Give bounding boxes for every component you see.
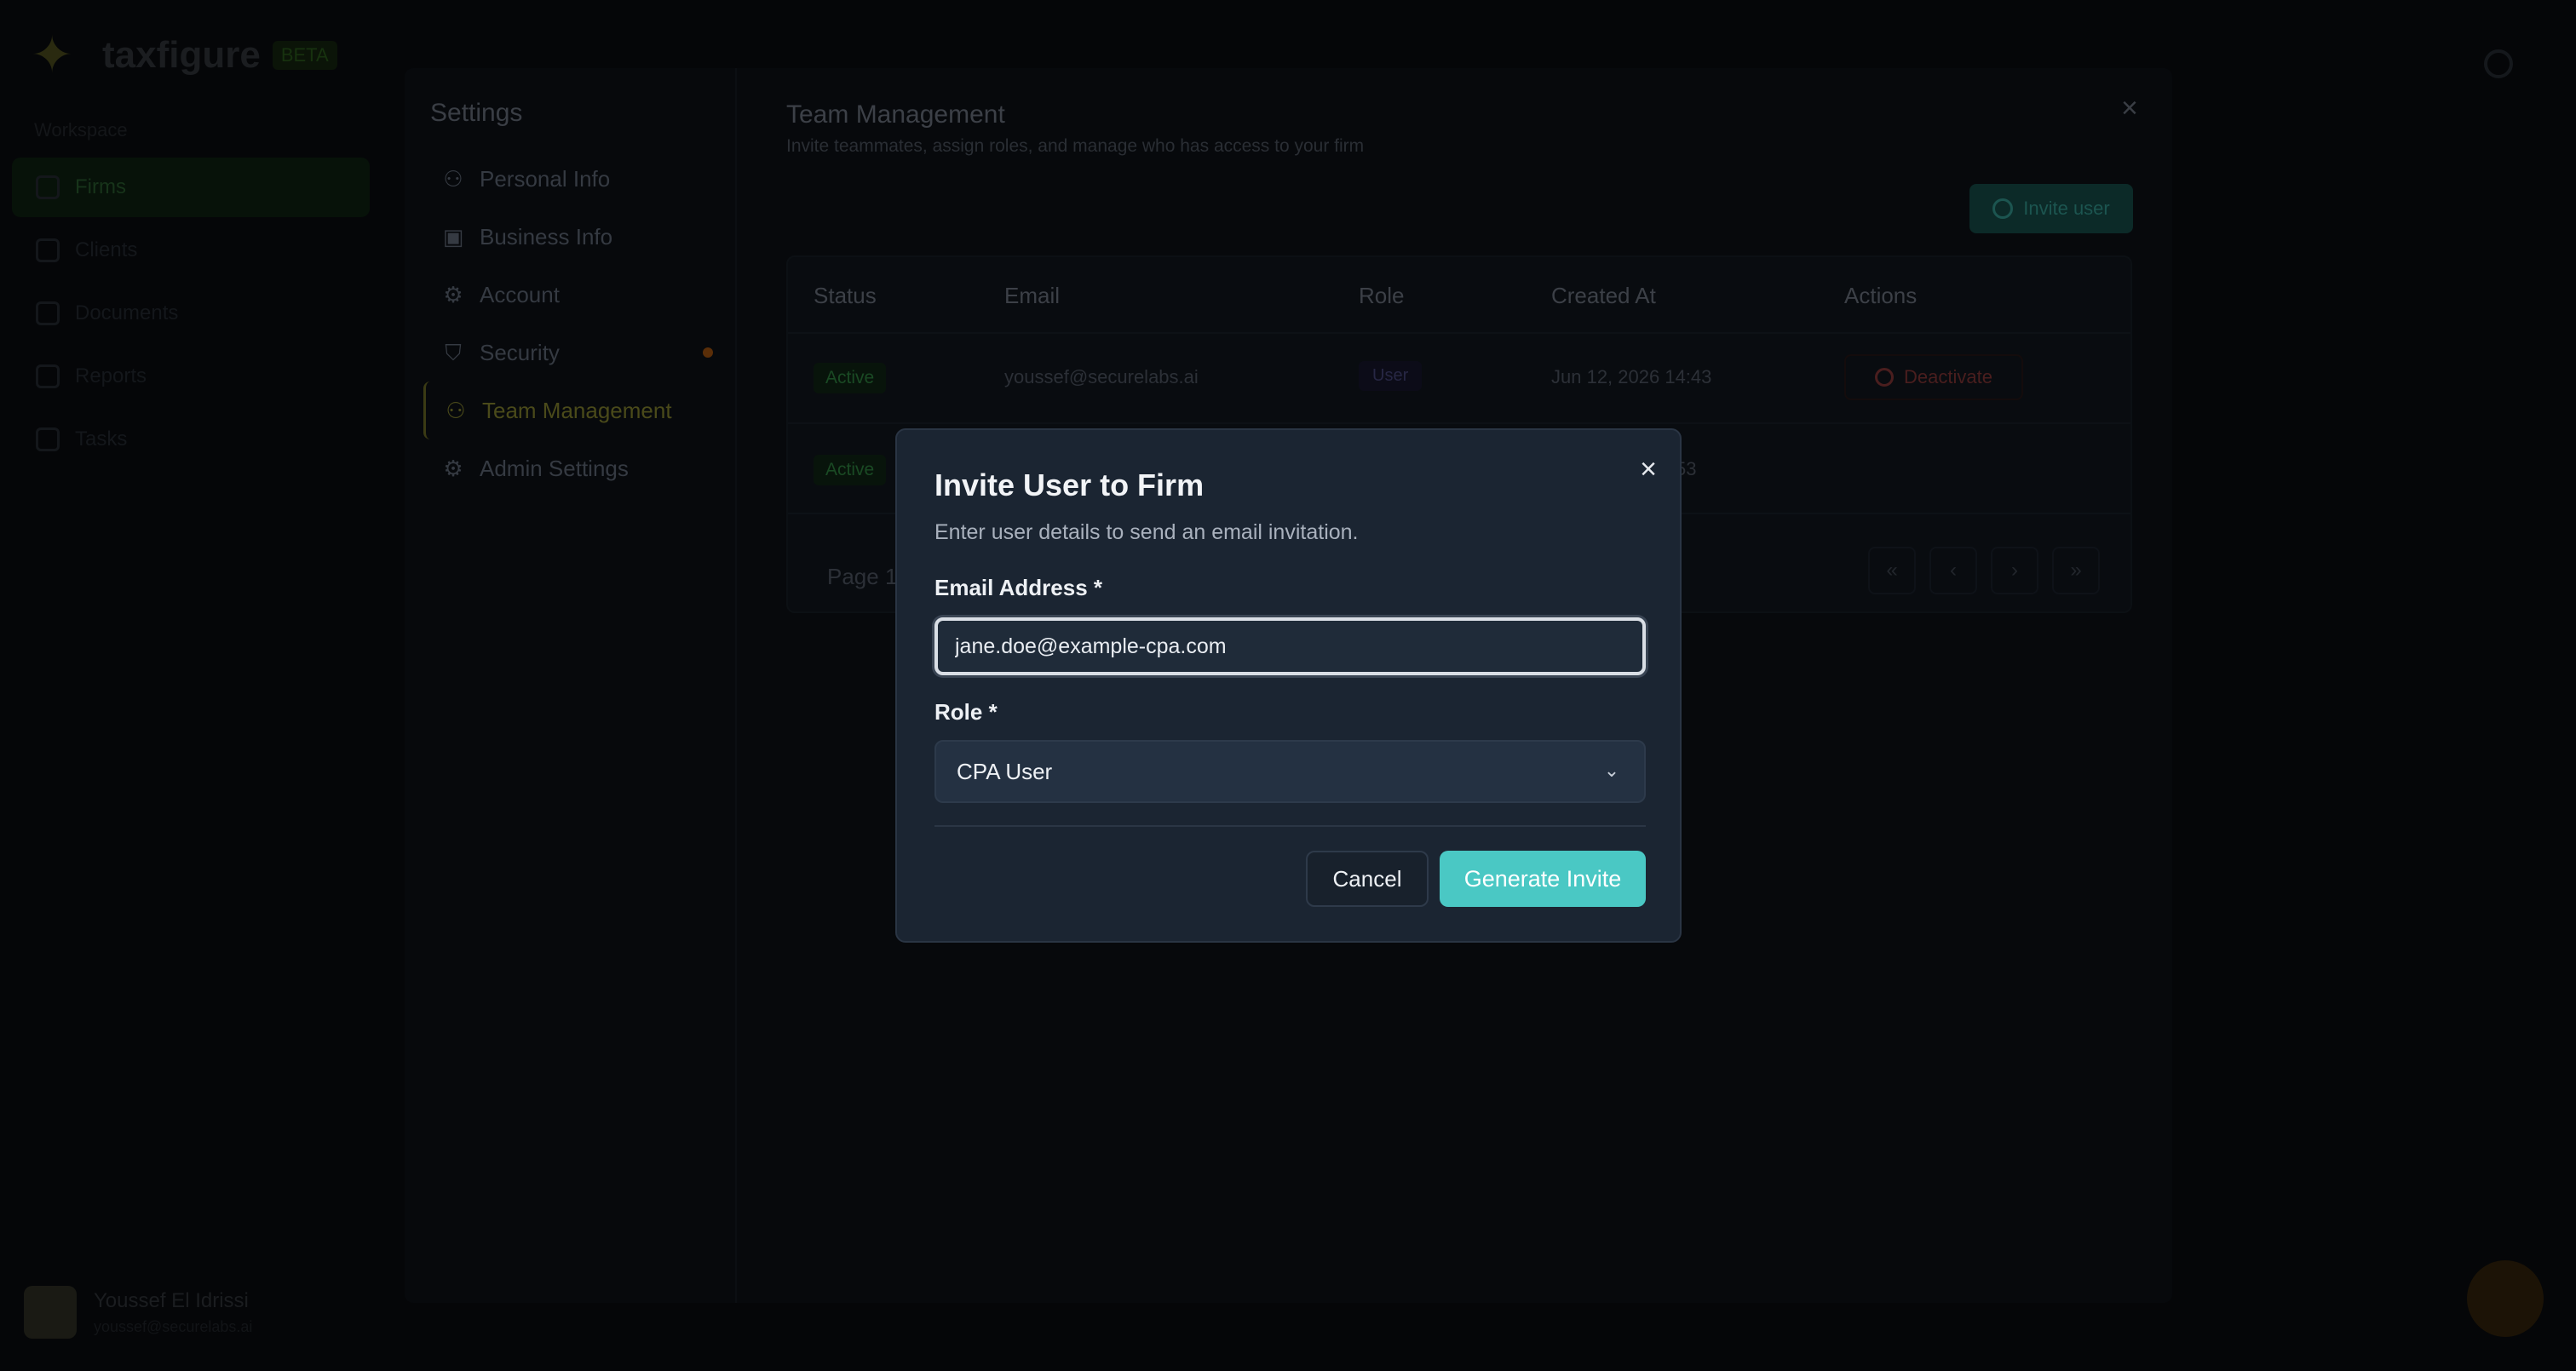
file-icon bbox=[36, 301, 60, 325]
app-nav-item-tasks[interactable]: Tasks bbox=[12, 410, 370, 469]
settings-title: Settings bbox=[430, 99, 523, 127]
generate-invite-button[interactable]: Generate Invite bbox=[1440, 851, 1646, 907]
users-icon bbox=[36, 238, 60, 262]
app-nav-item-firms[interactable]: Firms bbox=[12, 158, 370, 217]
close-icon[interactable]: × bbox=[2121, 92, 2138, 125]
table-row: Active youssef@securelabs.ai User Jun 12… bbox=[788, 334, 2130, 424]
settings-gear-icon[interactable] bbox=[2484, 49, 2513, 78]
role-select-value: CPA User bbox=[957, 758, 1053, 784]
brand: ✦ taxfigure BETA bbox=[31, 26, 337, 85]
page-subtitle: Invite teammates, assign roles, and mana… bbox=[786, 136, 1365, 156]
page-title: Team Management bbox=[786, 100, 1005, 129]
modal-title: Invite User to Firm bbox=[934, 468, 1205, 502]
settings-nav-team-management[interactable]: ⚇ Team Management bbox=[423, 381, 722, 439]
column-header-created-at[interactable]: Created At bbox=[1551, 283, 1656, 309]
gear-icon: ⚙ bbox=[443, 456, 463, 481]
email-field[interactable] bbox=[934, 617, 1646, 675]
settings-nav-personal-info[interactable]: ⚇ Personal Info bbox=[423, 150, 722, 208]
user-profile[interactable]: Youssef El Idrissi youssef@securelabs.ai bbox=[24, 1286, 252, 1339]
role-select[interactable]: CPA User ⌄ bbox=[934, 740, 1646, 803]
row-email: youssef@securelabs.ai bbox=[1004, 366, 1199, 387]
building-icon bbox=[36, 175, 60, 199]
status-badge: Active bbox=[814, 455, 887, 485]
column-header-status: Status bbox=[814, 283, 877, 308]
settings-nav: Settings ⚇ Personal Info ▣ Business Info ⚙… bbox=[405, 68, 737, 1303]
settings-nav-security[interactable]: ⛉ Security bbox=[423, 324, 722, 381]
settings-nav-account[interactable]: ⚙ Account bbox=[423, 266, 722, 324]
settings-nav-business-info[interactable]: ▣ Business Info bbox=[423, 208, 722, 266]
logo-icon: ✦ bbox=[31, 26, 74, 83]
brand-name: taxfigure bbox=[102, 34, 261, 76]
deactivate-button[interactable]: Deactivate bbox=[1844, 354, 2023, 400]
gear-icon: ⚙ bbox=[443, 282, 463, 307]
user-plus-icon bbox=[1992, 198, 2014, 219]
column-header-actions: Actions bbox=[1844, 283, 1918, 308]
user-icon: ⚇ bbox=[443, 166, 463, 192]
first-page-button[interactable]: « bbox=[1868, 547, 1916, 594]
role-badge: User bbox=[1359, 361, 1423, 391]
last-page-button[interactable]: » bbox=[2052, 547, 2100, 594]
status-badge: Active bbox=[814, 363, 887, 393]
user-name: Youssef El Idrissi bbox=[94, 1288, 249, 1312]
close-icon[interactable]: × bbox=[1633, 454, 1664, 485]
briefcase-icon: ▣ bbox=[442, 224, 464, 250]
nav-heading: Workspace bbox=[34, 119, 128, 141]
shield-icon: ⛉ bbox=[445, 340, 462, 365]
prev-page-button[interactable]: ‹ bbox=[1929, 547, 1977, 594]
settings-nav-admin-settings[interactable]: ⚙ Admin Settings bbox=[423, 439, 722, 497]
table-header: Status Email Role Created At Actions bbox=[788, 257, 2130, 334]
app-nav-item-documents[interactable]: Documents bbox=[12, 284, 370, 343]
help-button[interactable] bbox=[2467, 1260, 2544, 1337]
users-icon: ⚇ bbox=[446, 398, 466, 423]
column-header-email: Email bbox=[1004, 283, 1061, 308]
row-created-at: Jun 12, 2026 14:43 bbox=[1551, 366, 1712, 387]
app-nav: Firms Clients Documents Reports Tasks bbox=[12, 158, 370, 473]
app-sidebar: ✦ taxfigure BETA Workspace Firms Clients… bbox=[0, 0, 400, 1371]
app-nav-item-reports[interactable]: Reports bbox=[12, 347, 370, 406]
cancel-button[interactable]: Cancel bbox=[1306, 851, 1429, 907]
invite-user-button[interactable]: Invite user bbox=[1969, 184, 2133, 233]
user-minus-icon bbox=[1875, 368, 1895, 387]
divider bbox=[934, 825, 1646, 827]
chevron-down-icon: ⌄ bbox=[1603, 760, 1620, 781]
email-label: Email Address * bbox=[934, 575, 1103, 600]
avatar bbox=[24, 1286, 77, 1339]
role-label: Role * bbox=[934, 699, 998, 725]
user-email: youssef@securelabs.ai bbox=[94, 1317, 253, 1335]
notification-dot bbox=[703, 347, 713, 358]
next-page-button[interactable]: › bbox=[1991, 547, 2038, 594]
beta-badge: BETA bbox=[272, 41, 337, 70]
chart-icon bbox=[36, 364, 60, 388]
check-icon bbox=[36, 427, 60, 451]
column-header-role: Role bbox=[1359, 283, 1405, 308]
modal-description: Enter user details to send an email invi… bbox=[934, 520, 1359, 544]
app-nav-item-clients[interactable]: Clients bbox=[12, 221, 370, 280]
invite-user-modal: × Invite User to Firm Enter user details… bbox=[895, 428, 1682, 943]
